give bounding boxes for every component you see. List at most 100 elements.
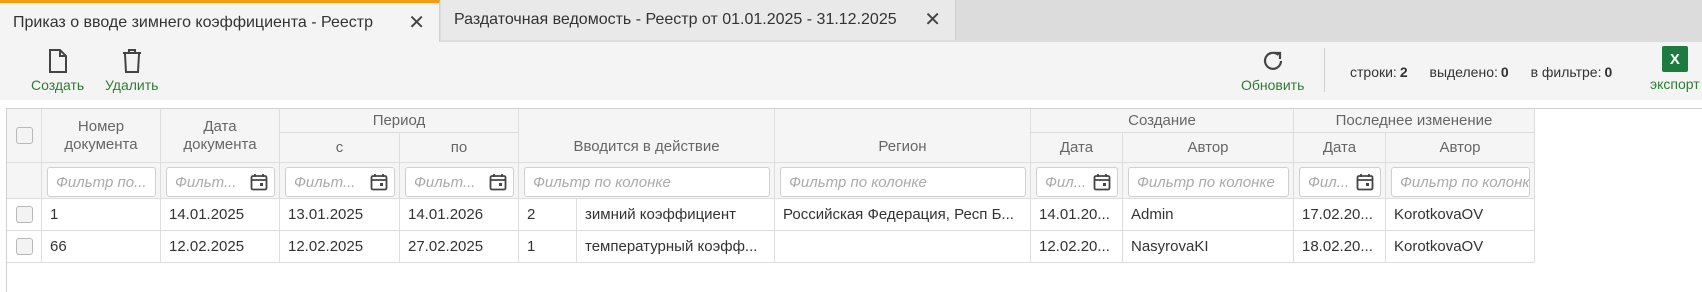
- cell-change-date[interactable]: 17.02.20...: [1294, 199, 1386, 231]
- filter-creation-date-input[interactable]: Фил...: [1036, 167, 1118, 197]
- tab-bar: Приказ о вводе зимнего коэффициента - Ре…: [0, 0, 1702, 42]
- header-region-label: Регион: [878, 138, 927, 155]
- filter-creation-author-input[interactable]: Фильтр по колонке: [1128, 167, 1289, 197]
- cell-change-author[interactable]: KorotkovaOV: [1386, 199, 1535, 231]
- new-document-icon: [48, 49, 67, 73]
- header-period-from[interactable]: с: [280, 133, 400, 163]
- delete-button[interactable]: Удалить: [105, 48, 158, 93]
- cell-effective-number[interactable]: 2: [519, 199, 577, 231]
- cell-change-author[interactable]: KorotkovaOV: [1386, 231, 1535, 263]
- header-effective[interactable]: Вводится в действие: [519, 109, 775, 163]
- filter-effective-input[interactable]: Фильтр по колонке: [524, 167, 770, 197]
- header-creation-date[interactable]: Дата: [1031, 133, 1123, 163]
- header-last-change-group: Последнее изменение: [1294, 109, 1535, 133]
- filter-cell-creation-date: Фил...: [1031, 163, 1123, 199]
- row-checkbox[interactable]: [15, 238, 33, 255]
- cell-creation-author[interactable]: Admin: [1123, 199, 1294, 231]
- filter-cell-change-author: Фильтр по колонке: [1386, 163, 1535, 199]
- cell-period-from[interactable]: 12.02.2025: [280, 231, 400, 263]
- cell-doc-date[interactable]: 14.01.2025: [161, 199, 280, 231]
- cell-change-date[interactable]: 18.02.20...: [1294, 231, 1386, 263]
- refresh-label: Обновить: [1241, 77, 1305, 93]
- header-period-group: Период: [280, 109, 519, 133]
- header-effective-label: Вводится в действие: [573, 138, 720, 155]
- cell-period-to[interactable]: 27.02.2025: [400, 231, 519, 263]
- cell-period-from[interactable]: 13.01.2025: [280, 199, 400, 231]
- header-change-author[interactable]: Автор: [1386, 133, 1535, 163]
- tab-distribution-statement-registry[interactable]: Раздаточная ведомость - Реестр от 01.01.…: [441, 0, 956, 40]
- header-last-change-label: Последнее изменение: [1335, 111, 1493, 129]
- select-all-checkbox[interactable]: [15, 127, 33, 144]
- header-period-to-label: по: [450, 138, 468, 156]
- toolbar-divider: [1324, 48, 1325, 92]
- calendar-icon[interactable]: [370, 173, 388, 191]
- header-period-to[interactable]: по: [400, 133, 519, 163]
- calendar-icon[interactable]: [250, 173, 268, 191]
- calendar-icon[interactable]: [1356, 173, 1374, 191]
- cell-effective-name[interactable]: зимний коэффициент: [577, 199, 775, 231]
- filter-change-author-input[interactable]: Фильтр по колонке: [1391, 167, 1530, 197]
- create-label: Создать: [31, 77, 85, 93]
- header-creation-author[interactable]: Автор: [1123, 133, 1294, 163]
- create-button[interactable]: Создать: [31, 48, 84, 93]
- filter-placeholder: Фильт...: [414, 173, 476, 191]
- delete-label: Удалить: [105, 77, 159, 93]
- filter-region-input[interactable]: Фильтр по колонке: [780, 167, 1026, 197]
- header-change-date[interactable]: Дата: [1294, 133, 1386, 163]
- header-creation-label: Создание: [1128, 111, 1196, 129]
- filtered-count-value: 0: [1604, 64, 1613, 80]
- filtered-count-label: в фильтре:: [1530, 64, 1602, 80]
- cell-region[interactable]: Российская Федерация, Респ Б...: [775, 199, 1031, 231]
- filter-placeholder: Фильтр по колонке: [1400, 173, 1530, 191]
- header-doc-date-label: Дата документа: [183, 117, 257, 153]
- refresh-button[interactable]: Обновить: [1241, 48, 1304, 93]
- record-counts: строки: 2 выделено: 0 в фильтре: 0: [1350, 64, 1612, 80]
- header-creation-author-label: Автор: [1187, 138, 1229, 156]
- cell-doc-number[interactable]: 66: [42, 231, 161, 263]
- filter-cell-region: Фильтр по колонке: [775, 163, 1031, 199]
- row-checkbox[interactable]: [15, 206, 33, 223]
- filter-placeholder: Фильтр по...: [56, 173, 147, 191]
- filter-cell-change-date: Фил...: [1294, 163, 1386, 199]
- tab-label: Приказ о вводе зимнего коэффициента - Ре…: [13, 13, 374, 31]
- cell-doc-number[interactable]: 1: [42, 199, 161, 231]
- cell-region[interactable]: [775, 231, 1031, 263]
- registry-grid: Номер документа Дата документа Период с …: [6, 108, 1702, 292]
- cell-creation-author[interactable]: NasyrovaKI: [1123, 231, 1294, 263]
- filter-doc-number-input[interactable]: Фильтр по...: [47, 167, 156, 197]
- cell-effective-number[interactable]: 1: [519, 231, 577, 263]
- cell-doc-date[interactable]: 12.02.2025: [161, 231, 280, 263]
- close-icon[interactable]: ✕: [408, 13, 425, 33]
- table-row-checkbox-cell: [7, 199, 42, 231]
- header-period-from-label: с: [335, 138, 344, 156]
- cell-period-to[interactable]: 14.01.2026: [400, 199, 519, 231]
- filter-cell-doc-date: Фильт...: [161, 163, 280, 199]
- header-doc-number[interactable]: Номер документа: [42, 109, 161, 163]
- filter-doc-date-input[interactable]: Фильт...: [166, 167, 275, 197]
- header-doc-number-label: Номер документа: [64, 117, 138, 153]
- filter-cell-effective: Фильтр по колонке: [519, 163, 775, 199]
- calendar-icon[interactable]: [1093, 173, 1111, 191]
- filter-cell-period-from: Фильт...: [280, 163, 400, 199]
- filter-period-to-input[interactable]: Фильт...: [405, 167, 514, 197]
- tab-winter-coefficient-registry[interactable]: Приказ о вводе зимнего коэффициента - Ре…: [0, 0, 440, 42]
- selected-count-label: выделено:: [1429, 64, 1498, 80]
- cell-creation-date[interactable]: 12.02.20...: [1031, 231, 1123, 263]
- calendar-icon[interactable]: [489, 173, 507, 191]
- header-region[interactable]: Регион: [775, 109, 1031, 163]
- header-change-date-label: Дата: [1322, 138, 1357, 156]
- export-excel-button[interactable]: X экспорт: [1650, 46, 1700, 92]
- cell-effective-name[interactable]: температурный коэфф...: [577, 231, 775, 263]
- excel-icon: X: [1661, 46, 1688, 72]
- tab-label: Раздаточная ведомость - Реестр от 01.01.…: [454, 11, 897, 28]
- cell-creation-date[interactable]: 14.01.20...: [1031, 199, 1123, 231]
- filter-change-date-input[interactable]: Фил...: [1299, 167, 1381, 197]
- close-icon[interactable]: ✕: [924, 10, 941, 30]
- header-doc-date[interactable]: Дата документа: [161, 109, 280, 163]
- filter-period-from-input[interactable]: Фильт...: [285, 167, 395, 197]
- filter-cell-period-to: Фильт...: [400, 163, 519, 199]
- filter-placeholder: Фильтр по колонке: [1137, 173, 1275, 191]
- filter-cell-creation-author: Фильтр по колонке: [1123, 163, 1294, 199]
- refresh-icon: [1263, 51, 1282, 70]
- toolbar: Создать Удалить Обновить строки: 2 выделе…: [0, 42, 1702, 100]
